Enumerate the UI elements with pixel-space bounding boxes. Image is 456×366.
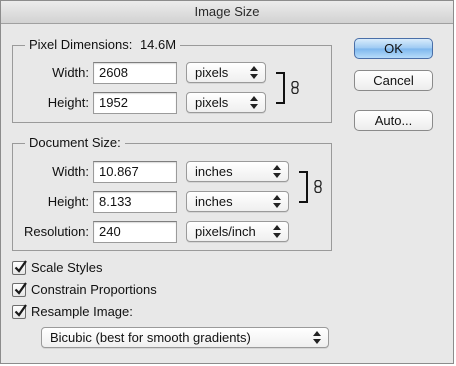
scale-styles-checkbox[interactable] [12, 260, 27, 275]
doc-width-unit-value: inches [195, 164, 233, 179]
pixel-width-input[interactable]: 2608 [93, 62, 177, 84]
checkmark-icon [14, 260, 27, 273]
resample-method-value: Bicubic (best for smooth gradients) [50, 330, 251, 345]
dialog-title: Image Size [1, 1, 453, 24]
pixel-height-input[interactable]: 1952 [93, 92, 177, 114]
pixel-height-label: Height: [47, 95, 89, 110]
doc-width-label: Width: [52, 164, 89, 179]
pixel-width-unit-select[interactable]: pixels [186, 62, 266, 83]
resample-image-label[interactable]: Resample Image: [31, 304, 133, 320]
pixel-dimensions-size: 14.6M [139, 37, 177, 52]
constrain-proportions-checkbox[interactable] [12, 282, 27, 297]
resolution-unit-value: pixels/inch [195, 224, 256, 239]
doc-height-label: Height: [47, 194, 89, 209]
doc-link-bracket [299, 171, 308, 203]
pixel-width-label: Width: [52, 65, 89, 80]
chain-link-icon [291, 81, 299, 94]
document-size-legend: Document Size: [25, 135, 125, 151]
pixel-dimensions-legend: Pixel Dimensions: 14.6M [25, 37, 181, 53]
resample-image-checkbox[interactable] [12, 304, 27, 319]
cancel-button[interactable]: Cancel [354, 70, 433, 91]
doc-height-unit-value: inches [195, 194, 233, 209]
pixel-height-unit-value: pixels [195, 95, 229, 110]
auto-button[interactable]: Auto... [354, 110, 433, 131]
scale-styles-label[interactable]: Scale Styles [31, 260, 103, 276]
updown-arrows-icon [250, 66, 258, 79]
pixel-dimensions-label: Pixel Dimensions: [29, 37, 133, 52]
checkmark-icon [14, 304, 27, 317]
resolution-input[interactable]: 240 [93, 221, 177, 243]
checkmark-icon [14, 282, 27, 295]
image-size-dialog: Image Size Pixel Dimensions: 14.6M Width… [0, 0, 454, 364]
resample-method-select[interactable]: Bicubic (best for smooth gradients) [41, 327, 329, 348]
constrain-proportions-label[interactable]: Constrain Proportions [31, 282, 157, 298]
resolution-unit-select[interactable]: pixels/inch [186, 221, 289, 242]
updown-arrows-icon [313, 331, 321, 344]
pixel-width-unit-value: pixels [195, 65, 229, 80]
updown-arrows-icon [273, 195, 281, 208]
ok-button[interactable]: OK [354, 38, 433, 59]
doc-height-input[interactable]: 8.133 [93, 191, 177, 213]
updown-arrows-icon [273, 225, 281, 238]
pixel-height-unit-select[interactable]: pixels [186, 92, 266, 113]
doc-height-unit-select[interactable]: inches [186, 191, 289, 212]
resolution-label: Resolution: [23, 224, 89, 239]
pixel-link-bracket [276, 72, 285, 104]
updown-arrows-icon [250, 96, 258, 109]
updown-arrows-icon [273, 165, 281, 178]
chain-link-icon [314, 180, 322, 193]
doc-width-unit-select[interactable]: inches [186, 161, 289, 182]
doc-width-input[interactable]: 10.867 [93, 161, 177, 183]
